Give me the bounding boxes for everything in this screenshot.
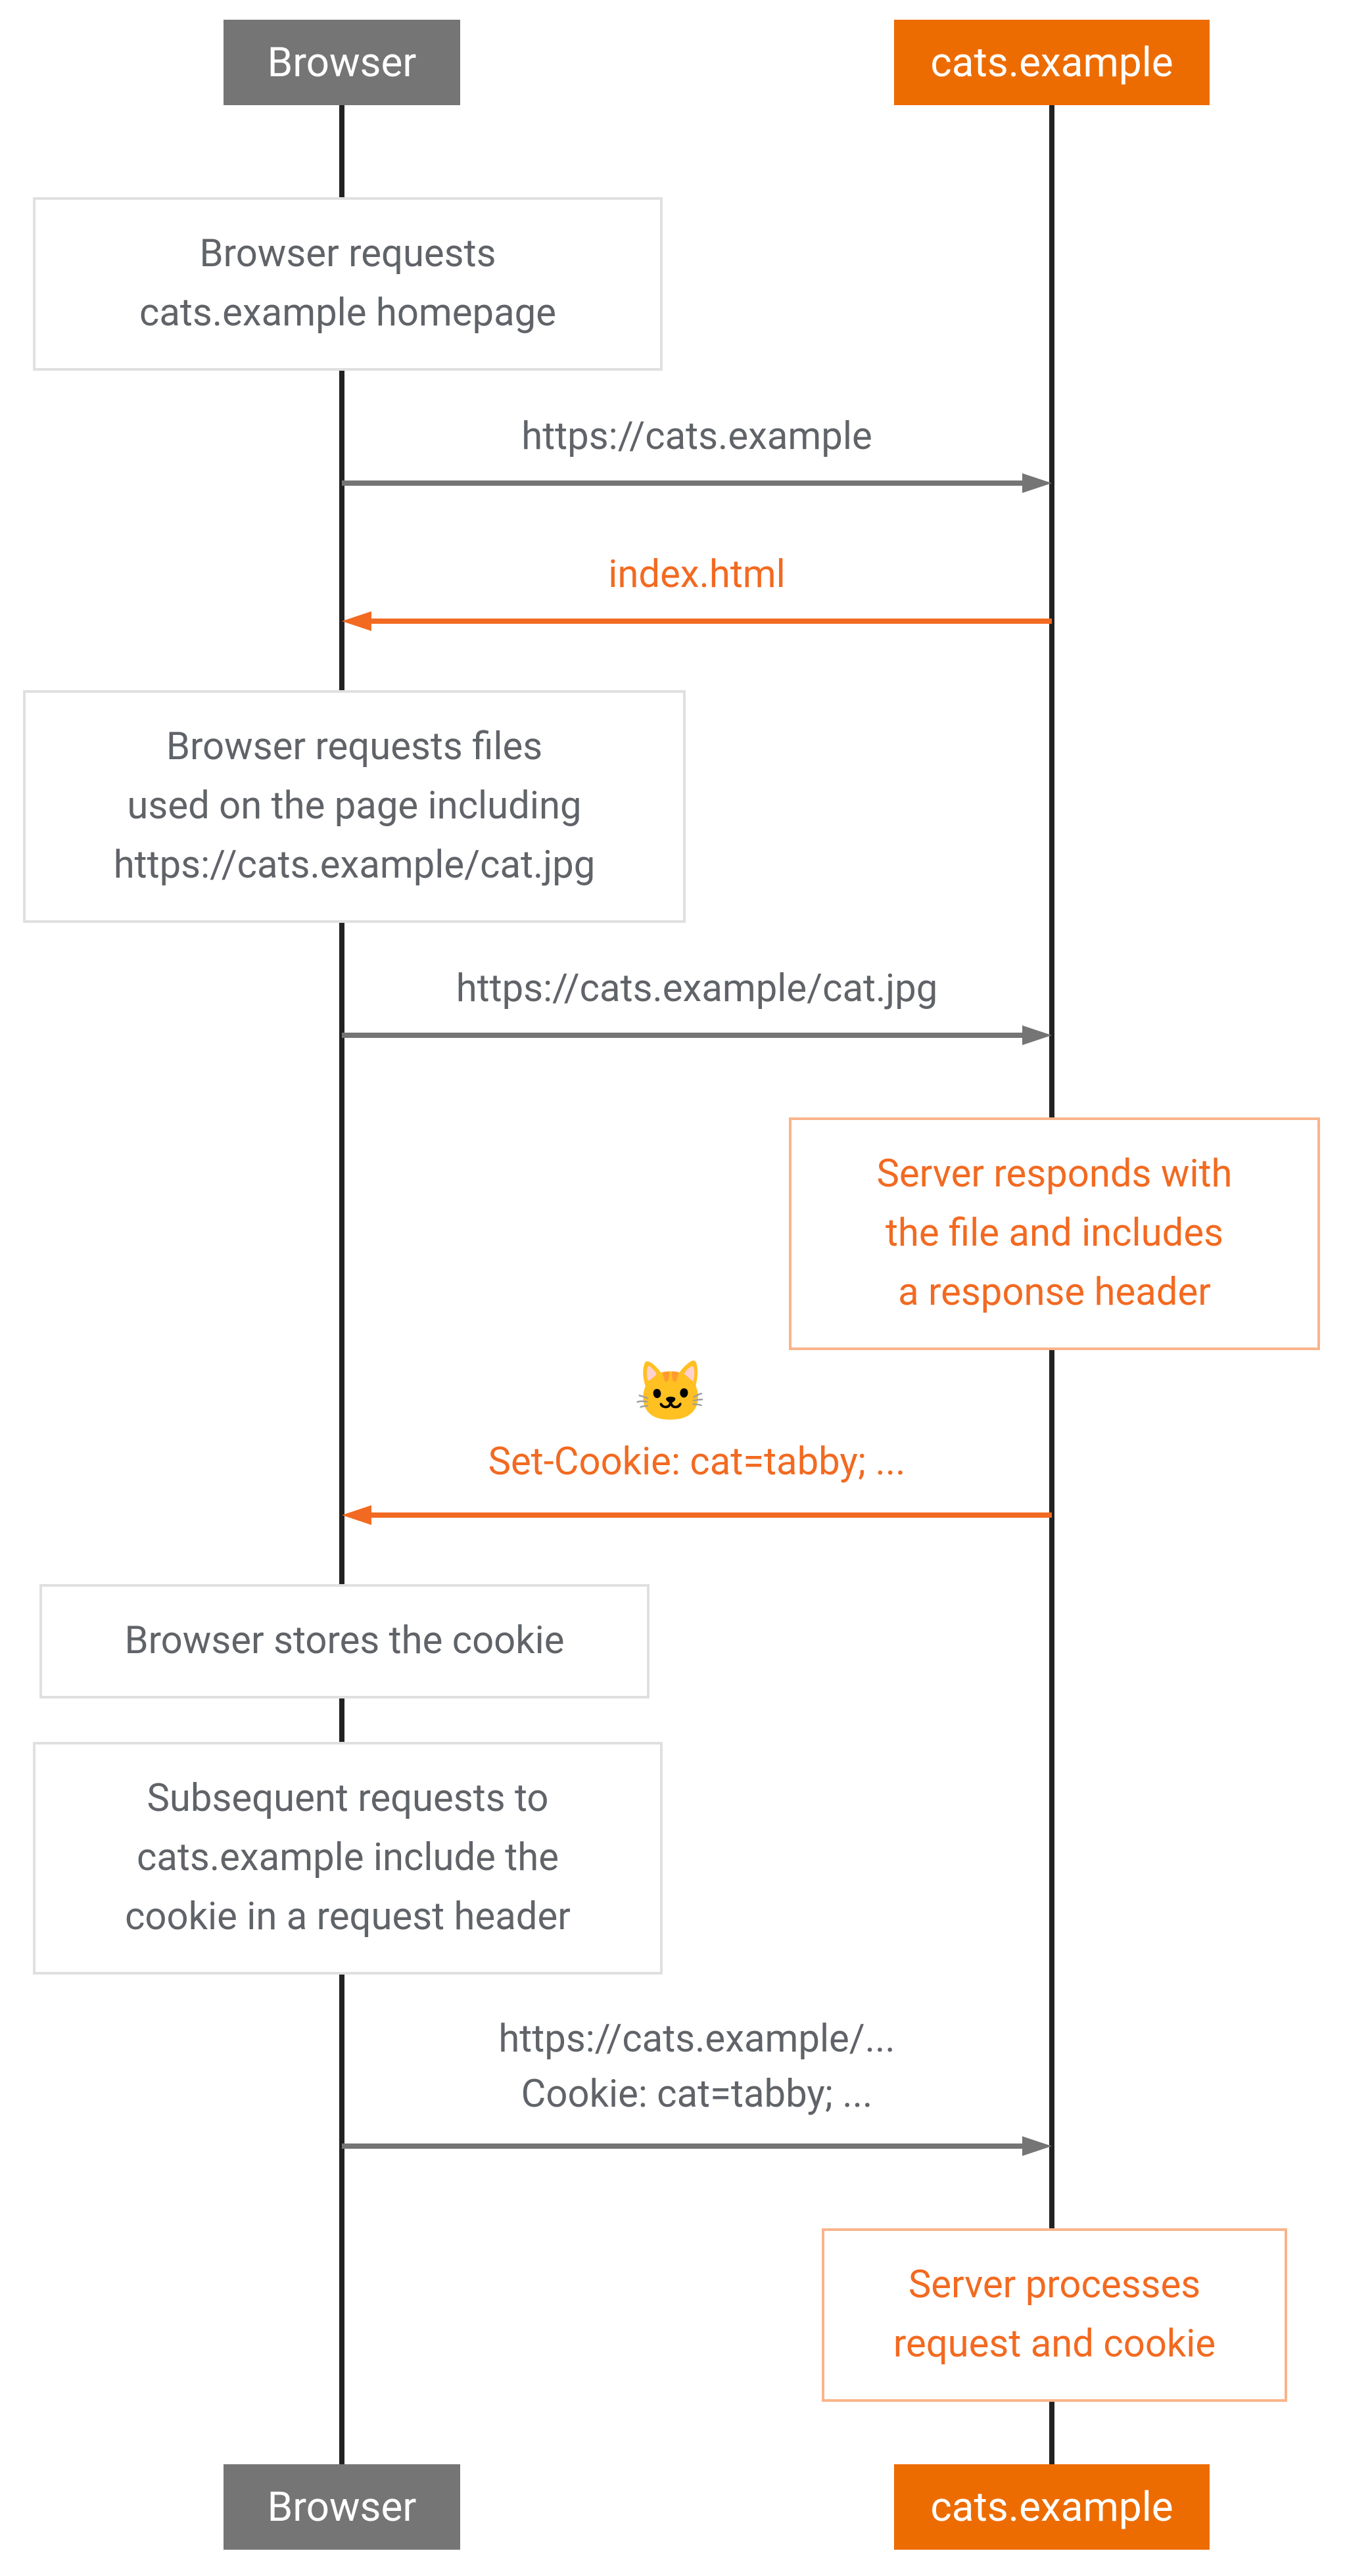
message-response-index-label: index.html	[348, 552, 1045, 597]
arrow-response-index	[342, 611, 1052, 631]
note-server-processes: Server processesrequest and cookie	[822, 2228, 1287, 2402]
label-text: https://cats.example	[521, 414, 872, 459]
note-text: Subsequent requests tocats.example inclu…	[125, 1776, 571, 1939]
label-text: index.html	[608, 552, 786, 597]
arrow-set-cookie	[342, 1505, 1052, 1525]
note-text: Browser stores the cookie	[124, 1618, 564, 1663]
message-request-with-cookie-label: https://cats.example/...Cookie: cat=tabb…	[348, 2011, 1045, 2122]
participant-browser-label: Browser	[268, 39, 417, 87]
note-browser-request-homepage: Browser requestscats.example homepage	[33, 197, 663, 371]
note-browser-stores-cookie: Browser stores the cookie	[39, 1584, 650, 1698]
note-browser-request-files: Browser requests filesused on the page i…	[23, 690, 686, 923]
note-subsequent-requests: Subsequent requests tocats.example inclu…	[33, 1742, 663, 1975]
label-text: https://cats.example/...Cookie: cat=tabb…	[498, 2017, 895, 2117]
message-set-cookie-label: Set-Cookie: cat=tabby; ...	[348, 1440, 1045, 1484]
label-text: Set-Cookie: cat=tabby; ...	[488, 1440, 906, 1484]
participant-server-label: cats.example	[930, 39, 1173, 87]
message-request-catjpg-label: https://cats.example/cat.jpg	[348, 966, 1045, 1011]
participant-server-label-bottom: cats.example	[930, 2483, 1173, 2531]
arrow-request-homepage	[342, 473, 1052, 493]
participant-browser-label-bottom: Browser	[268, 2483, 417, 2531]
note-text: Server responds withthe file and include…	[876, 1152, 1232, 1315]
note-server-responds: Server responds withthe file and include…	[789, 1117, 1320, 1350]
cat-emoji-icon: 🐱	[634, 1357, 707, 1426]
message-request-homepage-label: https://cats.example	[348, 414, 1045, 459]
arrow-request-catjpg	[342, 1025, 1052, 1045]
participant-browser-top: Browser	[224, 20, 460, 105]
participant-server-bottom: cats.example	[894, 2464, 1210, 2550]
lifeline-browser	[339, 105, 344, 2464]
note-text: Browser requestscats.example homepage	[139, 231, 556, 335]
note-text: Browser requests filesused on the page i…	[114, 724, 596, 887]
participant-server-top: cats.example	[894, 20, 1210, 105]
arrow-request-with-cookie	[342, 2136, 1052, 2156]
label-text: https://cats.example/cat.jpg	[456, 966, 938, 1011]
note-text: Server processesrequest and cookie	[893, 2262, 1216, 2366]
participant-browser-bottom: Browser	[224, 2464, 460, 2550]
emoji-glyph: 🐱	[634, 1357, 707, 1426]
